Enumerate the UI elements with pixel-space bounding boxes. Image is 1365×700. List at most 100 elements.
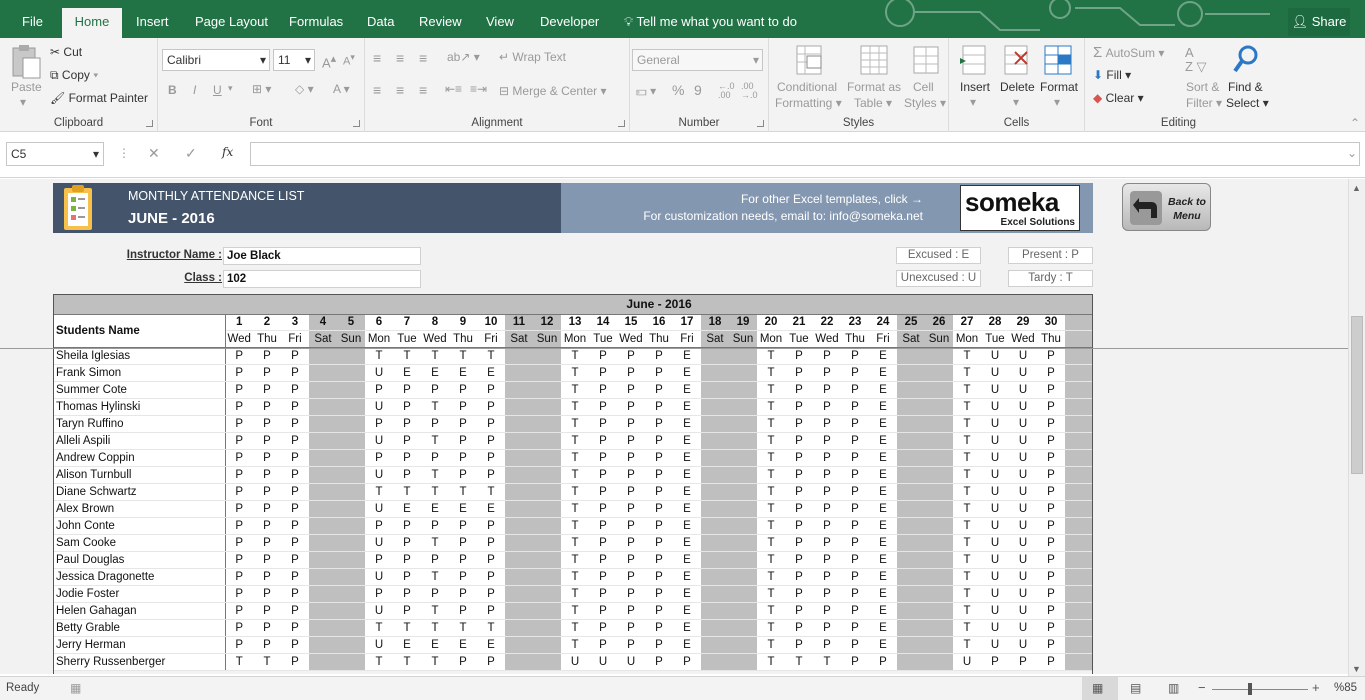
attendance-cell[interactable]: U xyxy=(1009,398,1037,416)
attendance-cell[interactable]: T xyxy=(953,636,981,654)
attendance-cell[interactable]: P xyxy=(477,585,505,603)
attendance-cell[interactable]: U xyxy=(1009,381,1037,399)
student-name[interactable]: John Conte xyxy=(53,517,226,535)
attendance-cell[interactable]: U xyxy=(1009,636,1037,654)
attendance-cell[interactable]: U xyxy=(981,500,1009,518)
attendance-cell[interactable]: P xyxy=(785,602,813,620)
attendance-cell[interactable]: P xyxy=(785,364,813,382)
attendance-cell[interactable]: T xyxy=(477,619,505,637)
attendance-cell[interactable]: E xyxy=(673,500,701,518)
attendance-cell[interactable]: P xyxy=(393,534,421,552)
attendance-cell[interactable]: P xyxy=(393,381,421,399)
attendance-cell[interactable] xyxy=(337,551,365,569)
attendance-cell[interactable] xyxy=(729,364,757,382)
attendance-cell[interactable]: P xyxy=(645,551,673,569)
attendance-cell[interactable] xyxy=(505,415,533,433)
attendance-cell[interactable]: P xyxy=(589,483,617,501)
increase-indent-icon[interactable]: ≡⇥ xyxy=(470,82,487,96)
attendance-cell[interactable]: P xyxy=(365,551,393,569)
attendance-cell[interactable]: E xyxy=(477,364,505,382)
attendance-cell[interactable] xyxy=(701,551,729,569)
attendance-cell[interactable]: T xyxy=(365,347,393,365)
student-name[interactable]: Jerry Herman xyxy=(53,636,226,654)
student-name[interactable]: Jodie Foster xyxy=(53,585,226,603)
attendance-cell[interactable]: P xyxy=(225,619,253,637)
attendance-cell[interactable]: P xyxy=(477,432,505,450)
attendance-cell[interactable]: T xyxy=(953,347,981,365)
attendance-cell[interactable]: E xyxy=(673,347,701,365)
attendance-cell[interactable]: P xyxy=(225,466,253,484)
attendance-cell[interactable]: P xyxy=(813,398,841,416)
attendance-cell[interactable]: P xyxy=(253,381,281,399)
attendance-cell[interactable]: P xyxy=(393,398,421,416)
attendance-cell[interactable]: P xyxy=(421,585,449,603)
attendance-cell[interactable] xyxy=(729,398,757,416)
attendance-cell[interactable]: P xyxy=(785,381,813,399)
attendance-cell[interactable]: P xyxy=(841,483,869,501)
attendance-cell[interactable]: U xyxy=(1009,568,1037,586)
attendance-cell[interactable]: P xyxy=(421,551,449,569)
attendance-cell[interactable]: P xyxy=(645,602,673,620)
attendance-cell[interactable]: P xyxy=(477,568,505,586)
attendance-cell[interactable]: P xyxy=(645,364,673,382)
attendance-cell[interactable]: T xyxy=(813,653,841,671)
attendance-cell[interactable]: E xyxy=(673,568,701,586)
attendance-cell[interactable]: P xyxy=(1037,432,1065,450)
attendance-cell[interactable]: T xyxy=(757,398,785,416)
attendance-cell[interactable]: P xyxy=(645,398,673,416)
attendance-cell[interactable] xyxy=(505,364,533,382)
attendance-cell[interactable]: P xyxy=(365,449,393,467)
attendance-cell[interactable]: T xyxy=(421,653,449,671)
attendance-cell[interactable]: P xyxy=(1037,602,1065,620)
attendance-cell[interactable]: T xyxy=(953,534,981,552)
attendance-cell[interactable]: P xyxy=(617,398,645,416)
formula-input[interactable] xyxy=(250,142,1360,166)
attendance-cell[interactable] xyxy=(897,347,925,365)
attendance-cell[interactable] xyxy=(729,517,757,535)
attendance-cell[interactable]: P xyxy=(1037,653,1065,671)
attendance-cell[interactable]: P xyxy=(813,551,841,569)
attendance-cell[interactable] xyxy=(533,398,561,416)
attendance-cell[interactable]: T xyxy=(757,500,785,518)
attendance-cell[interactable]: U xyxy=(981,398,1009,416)
attendance-cell[interactable]: P xyxy=(253,364,281,382)
attendance-cell[interactable]: T xyxy=(393,653,421,671)
comma-style-button[interactable]: 9 xyxy=(694,82,702,98)
attendance-cell[interactable]: U xyxy=(981,381,1009,399)
someka-logo[interactable]: someka Excel Solutions xyxy=(960,185,1080,231)
align-right-icon[interactable]: ≡ xyxy=(419,82,427,98)
attendance-cell[interactable]: P xyxy=(813,500,841,518)
attendance-cell[interactable] xyxy=(701,466,729,484)
attendance-cell[interactable] xyxy=(925,500,953,518)
attendance-cell[interactable]: P xyxy=(617,347,645,365)
attendance-cell[interactable]: P xyxy=(1037,551,1065,569)
attendance-cell[interactable] xyxy=(925,466,953,484)
attendance-cell[interactable] xyxy=(701,415,729,433)
attendance-cell[interactable] xyxy=(925,619,953,637)
attendance-cell[interactable]: P xyxy=(225,534,253,552)
attendance-cell[interactable]: P xyxy=(477,517,505,535)
class-field[interactable]: 102 xyxy=(223,270,421,288)
attendance-cell[interactable] xyxy=(309,449,337,467)
attendance-cell[interactable] xyxy=(533,517,561,535)
attendance-cell[interactable]: P xyxy=(785,568,813,586)
attendance-cell[interactable]: P xyxy=(589,619,617,637)
attendance-cell[interactable] xyxy=(897,534,925,552)
student-name[interactable]: Alleli Aspili xyxy=(53,432,226,450)
attendance-cell[interactable]: P xyxy=(449,466,477,484)
attendance-cell[interactable]: P xyxy=(617,364,645,382)
attendance-cell[interactable]: E xyxy=(477,500,505,518)
attendance-cell[interactable]: P xyxy=(421,449,449,467)
attendance-cell[interactable]: P xyxy=(225,483,253,501)
attendance-cell[interactable]: T xyxy=(757,534,785,552)
attendance-cell[interactable]: T xyxy=(365,619,393,637)
attendance-cell[interactable]: P xyxy=(589,364,617,382)
attendance-cell[interactable]: P xyxy=(281,636,309,654)
attendance-cell[interactable] xyxy=(925,653,953,671)
merge-center-button[interactable]: ⊟ Merge & Center ▾ xyxy=(499,84,606,98)
attendance-cell[interactable]: P xyxy=(253,602,281,620)
attendance-cell[interactable]: T xyxy=(561,347,589,365)
currency-icon[interactable]: 💵︎ ▾ xyxy=(636,84,656,99)
align-bottom-icon[interactable]: ≡ xyxy=(419,50,427,66)
attendance-cell[interactable]: U xyxy=(1009,534,1037,552)
